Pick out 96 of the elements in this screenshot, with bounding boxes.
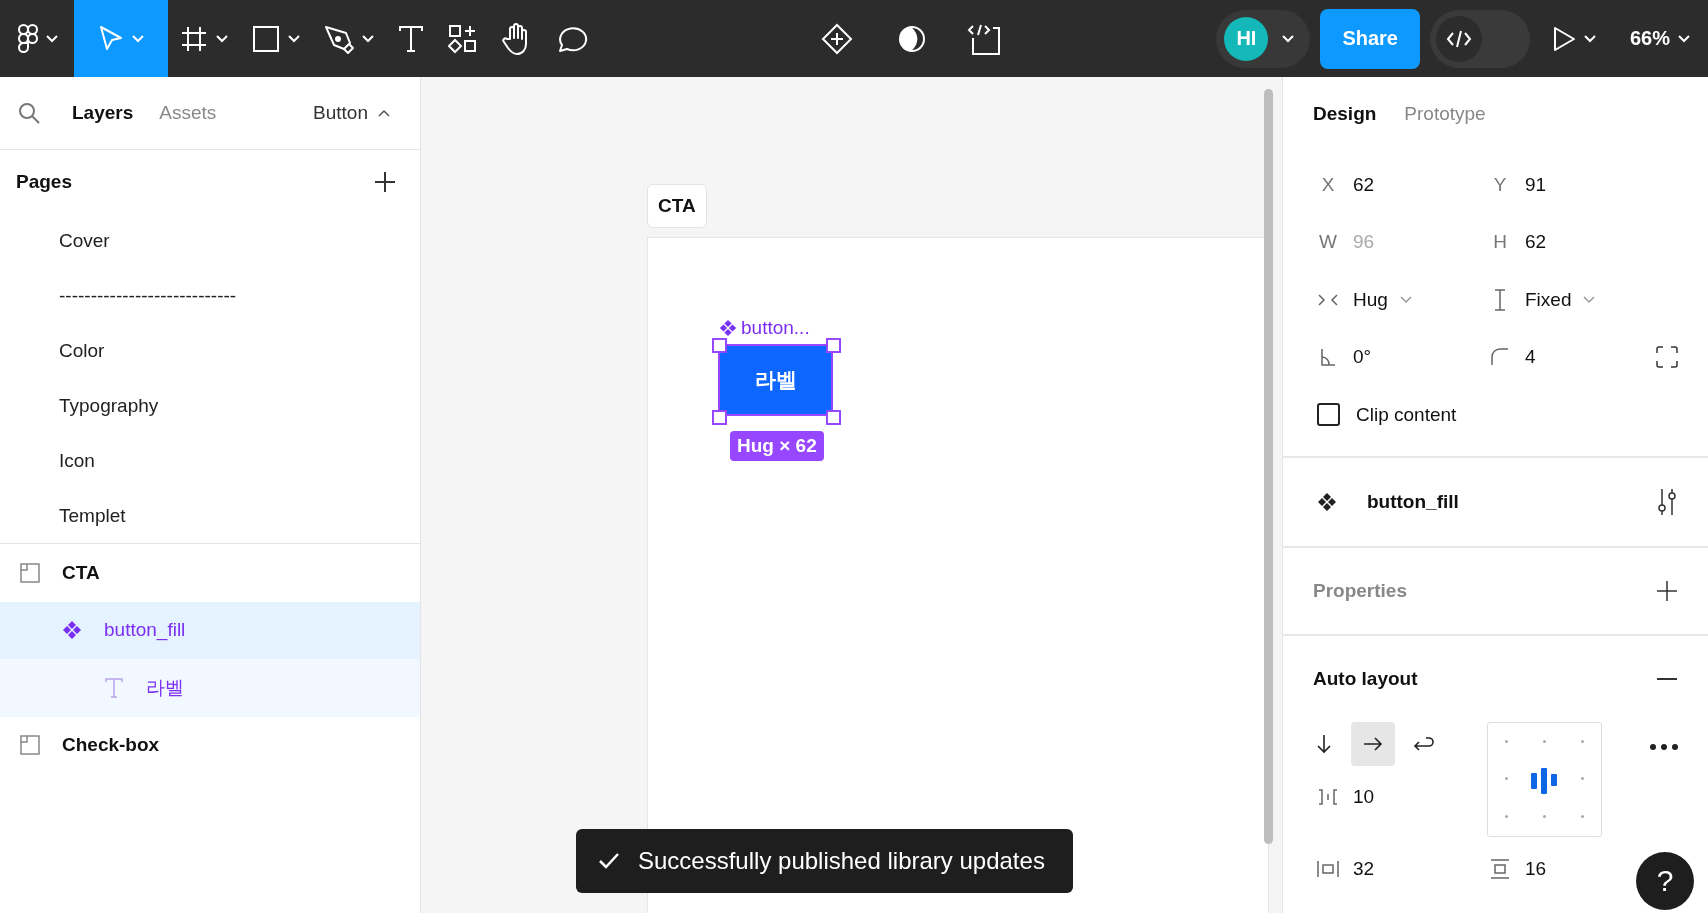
chevron-up-icon	[378, 109, 390, 117]
section-heading: Auto layout	[1313, 667, 1418, 690]
check-icon	[598, 852, 620, 870]
chevron-down-icon	[1583, 34, 1596, 43]
frame-icon	[180, 24, 208, 53]
x-label: X	[1320, 173, 1336, 196]
add-icon[interactable]	[374, 170, 396, 193]
y-label: Y	[1492, 173, 1508, 196]
panel-tab[interactable]: Design	[1313, 102, 1377, 125]
panel-tab[interactable]: Layers	[66, 98, 140, 128]
chevron-down-icon	[132, 34, 144, 43]
layer-row[interactable]: Check-box	[0, 716, 420, 774]
page-selector[interactable]: Button	[313, 102, 402, 124]
chevron-down-icon	[1399, 295, 1412, 304]
horizontal-resize-icon	[1317, 292, 1339, 307]
page-item[interactable]: Cover	[0, 213, 420, 268]
page-item[interactable]: Typography	[0, 378, 420, 433]
selected-button[interactable]: 라벨	[718, 344, 833, 416]
frame-layer-icon	[20, 562, 40, 583]
height-label: H	[1492, 231, 1508, 254]
chevron-down-icon	[46, 34, 58, 43]
chevron-down-icon	[288, 34, 300, 43]
resize-handle[interactable]	[826, 338, 841, 353]
code-icon	[1445, 28, 1472, 49]
cursor-icon	[98, 24, 124, 53]
component-icon	[719, 319, 737, 337]
pages-heading: Pages	[16, 170, 72, 193]
help-button[interactable]: ?	[1636, 852, 1694, 910]
layer-name: button_fill	[104, 619, 186, 642]
component-icon	[62, 620, 82, 641]
chevron-down-icon	[1583, 295, 1596, 304]
clip-content-checkbox[interactable]: Clip content	[1317, 403, 1457, 427]
radius-field[interactable]: 4	[1525, 346, 1536, 369]
zoom-menu[interactable]: 66%	[1617, 0, 1694, 77]
chevron-down-icon	[216, 34, 228, 43]
height-field[interactable]: 62	[1525, 231, 1547, 254]
page-item[interactable]: Color	[0, 323, 420, 378]
y-field[interactable]: 91	[1525, 173, 1547, 196]
arrow-down-icon	[1317, 733, 1331, 754]
minus-icon[interactable]	[1656, 676, 1678, 681]
component-plus-icon	[821, 22, 854, 55]
pen-icon	[324, 23, 354, 54]
page-item[interactable]: Templet	[0, 488, 420, 543]
layer-name: Check-box	[62, 734, 160, 757]
page-item[interactable]: ----------------------------	[0, 268, 420, 323]
panel-tab[interactable]: Prototype	[1404, 102, 1486, 125]
add-icon[interactable]	[1656, 579, 1678, 602]
scrollbar[interactable]	[1264, 89, 1273, 844]
more-icon[interactable]	[1650, 743, 1678, 750]
chevron-down-icon	[1678, 34, 1690, 43]
resize-handle[interactable]	[826, 410, 841, 425]
toast-message: Successfully published library updates	[638, 847, 1045, 875]
return-arrow-icon	[1412, 734, 1434, 753]
independent-corners-icon[interactable]	[1656, 346, 1678, 369]
adjust-icon[interactable]	[1656, 487, 1678, 516]
contrast-icon	[897, 23, 928, 54]
resize-handle[interactable]	[712, 410, 727, 425]
play-icon	[1551, 25, 1576, 52]
rotation-field[interactable]: 0°	[1353, 346, 1372, 369]
width-label: W	[1318, 231, 1338, 254]
horizontal-padding-icon	[1317, 860, 1339, 879]
page-item[interactable]: Icon	[0, 433, 420, 488]
resize-handle[interactable]	[712, 338, 727, 353]
frame-layer-icon	[20, 735, 40, 756]
component-name: button...	[741, 317, 810, 339]
layer-row[interactable]: 라벨	[0, 659, 420, 717]
layer-name: 라벨	[146, 675, 184, 700]
width-mode-dropdown[interactable]: Hug	[1353, 288, 1412, 311]
chevron-down-icon	[362, 34, 374, 43]
arrow-right-icon	[1363, 736, 1383, 751]
gap-icon	[1317, 788, 1339, 805]
text-icon	[398, 24, 424, 53]
layer-row[interactable]: button_fill	[0, 601, 420, 659]
layer-name: CTA	[62, 561, 100, 584]
chevron-down-icon	[1282, 34, 1295, 43]
component-name: button_fill	[1367, 490, 1459, 513]
height-mode-dropdown[interactable]: Fixed	[1525, 288, 1596, 311]
frame-label[interactable]: CTA	[647, 184, 707, 228]
vertical-padding-field[interactable]: 16	[1525, 858, 1547, 881]
panel-tab[interactable]: Assets	[153, 98, 223, 128]
x-field[interactable]: 62	[1353, 173, 1375, 196]
section-heading: Properties	[1313, 579, 1407, 602]
vertical-padding-icon	[1489, 859, 1511, 880]
search-icon[interactable]	[18, 102, 40, 124]
layer-row[interactable]: CTA	[0, 544, 420, 602]
gap-field[interactable]: 10	[1353, 785, 1375, 808]
alignment-grid[interactable]	[1487, 721, 1602, 837]
text-layer-icon	[104, 677, 124, 698]
logo-icon	[18, 23, 38, 54]
size-badge: Hug × 62	[730, 431, 824, 461]
horizontal-padding-field[interactable]: 32	[1353, 858, 1375, 881]
rectangle-icon	[252, 24, 280, 53]
corner-radius-icon	[1489, 348, 1511, 367]
shapes-icon	[448, 23, 478, 54]
component-icon	[1317, 491, 1337, 512]
horizontal-direction-button[interactable]	[1351, 721, 1395, 766]
